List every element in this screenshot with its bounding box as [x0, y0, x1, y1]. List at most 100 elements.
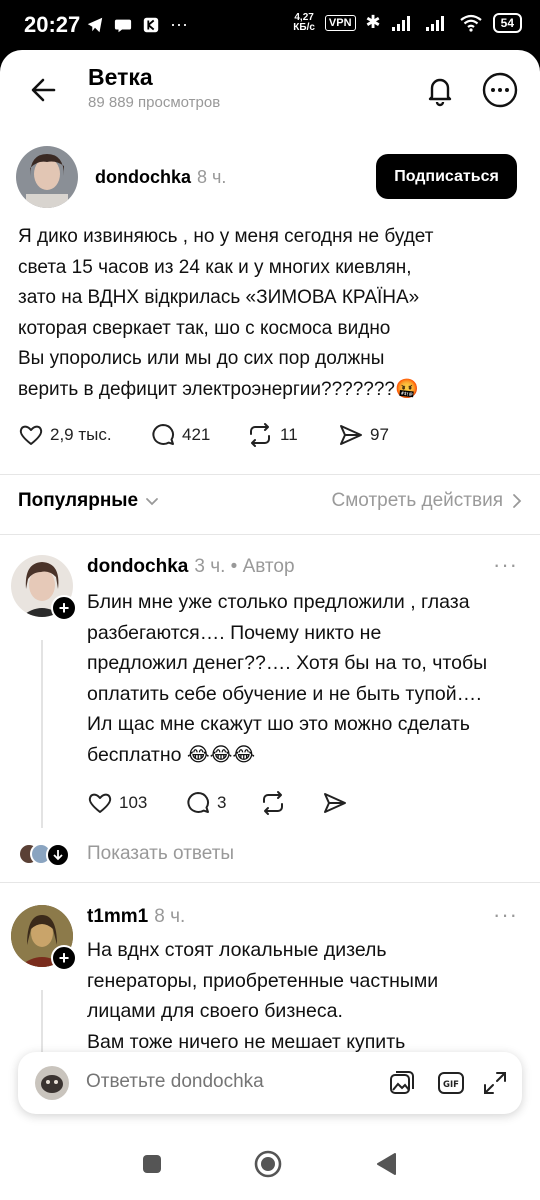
- repost-count: 11: [280, 425, 298, 444]
- comment-line: Блин мне уже столько предложили , глаза: [87, 591, 470, 613]
- network-speed: 4,27 КБ/с: [293, 11, 315, 33]
- divider: [0, 534, 540, 535]
- comment-line: оплатить себе обучение и не быть тупой….: [87, 682, 482, 705]
- attach-image-button[interactable]: [388, 1069, 416, 1097]
- follow-plus-button[interactable]: +: [51, 945, 77, 971]
- home-button[interactable]: [254, 1150, 282, 1178]
- view-activity-label: Смотреть действия: [331, 490, 503, 511]
- post-line: верить в дефицит электроэнергии???????🤬: [18, 378, 419, 400]
- comment-more-button[interactable]: ···: [493, 552, 518, 578]
- post-line: которая сверкает так, шо с космоса видно: [18, 317, 391, 339]
- chevron-right-icon: [513, 494, 522, 508]
- comment-line: Ил щас мне скажут шо это можно сделать: [87, 713, 470, 735]
- comment-repost-button[interactable]: [259, 790, 287, 816]
- reply-input[interactable]: [86, 1071, 376, 1093]
- android-nav-bar: [0, 1128, 540, 1200]
- comment-actions: 103 3: [87, 790, 357, 820]
- post-line: Я дико извиняюсь , но у меня сегодня не …: [18, 226, 434, 247]
- comment-author: t1mm1 8 ч.: [87, 906, 185, 928]
- comment-button[interactable]: 421: [150, 422, 210, 448]
- comment-bubble-icon: [152, 424, 174, 445]
- comment-reply-count: 3: [217, 793, 227, 812]
- post-author-avatar[interactable]: [16, 146, 78, 208]
- recents-button[interactable]: [138, 1150, 166, 1178]
- post-actions: 2,9 тыс. 421 11 97: [18, 422, 523, 452]
- like-button[interactable]: 2,9 тыс.: [18, 422, 112, 448]
- like-count: 2,9 тыс.: [50, 425, 112, 444]
- show-replies-button[interactable]: Показать ответы: [18, 843, 278, 869]
- post-author: dondochka 8 ч.: [95, 167, 226, 188]
- comment-line: бесплатно 😂😂😂: [87, 743, 256, 766]
- send-icon: [324, 793, 346, 813]
- triangle-back-icon: [377, 1153, 396, 1175]
- home-circle-icon: [254, 1150, 282, 1178]
- sort-dropdown[interactable]: Популярные: [18, 490, 160, 512]
- notifications-button[interactable]: [420, 70, 460, 110]
- comment-share-button[interactable]: [322, 790, 348, 816]
- message-icon: [114, 19, 132, 32]
- gif-icon: GIF: [438, 1072, 464, 1094]
- comment-reply-button[interactable]: 3: [185, 790, 226, 816]
- thread-line: [41, 640, 43, 828]
- bell-icon: [428, 78, 452, 107]
- repost-button[interactable]: 11: [246, 422, 298, 448]
- comment-line: разбегаются…. Почему никто не: [87, 621, 382, 644]
- comment-line: лицами для своего бизнеса.: [87, 1000, 343, 1022]
- status-time: 20:27: [24, 12, 81, 37]
- repost-icon: [250, 423, 270, 447]
- status-right: 4,27 КБ/с VPN ✱ 54: [293, 12, 522, 33]
- follow-plus-button[interactable]: +: [51, 595, 77, 621]
- comment-body: На вднх стоят локальные дизель генератор…: [87, 935, 527, 1057]
- comment-line: генераторы, приобретенные частными: [87, 969, 439, 992]
- status-notification-icons: ···: [86, 14, 188, 35]
- comment-like-button[interactable]: 103: [87, 790, 147, 816]
- bluetooth-icon: ✱: [365, 12, 381, 32]
- comment-line: На вднх стоят локальные дизель: [87, 939, 387, 961]
- divider: [0, 474, 540, 475]
- comment-meta: 3 ч. • Автор: [194, 556, 295, 577]
- comment-more-button[interactable]: ···: [493, 902, 518, 928]
- more-notifications-icon: ···: [170, 14, 188, 34]
- comment-like-count: 103: [119, 793, 148, 812]
- post-line: Вы упоролись или мы до сих пор должны: [18, 348, 385, 369]
- expand-button[interactable]: [481, 1069, 509, 1097]
- wifi-icon: [459, 14, 482, 32]
- divider: [0, 882, 540, 883]
- comment-username[interactable]: dondochka: [87, 556, 188, 577]
- top-bar: Ветка 89 889 просмотров: [0, 50, 540, 132]
- speed-unit: КБ/с: [293, 21, 315, 33]
- send-icon: [340, 425, 362, 445]
- chevron-down-icon: [146, 498, 158, 506]
- svg-text:GIF: GIF: [443, 1080, 459, 1090]
- back-nav-button[interactable]: [372, 1150, 400, 1178]
- signal-icon: [391, 15, 410, 31]
- more-circle-icon: [482, 72, 518, 108]
- repost-icon: [263, 791, 283, 815]
- reply-composer: GIF: [18, 1052, 522, 1114]
- share-button[interactable]: 97: [338, 422, 389, 448]
- subscribe-button[interactable]: Подписаться: [376, 154, 517, 199]
- square-icon: [143, 1155, 161, 1173]
- telegram-icon: [87, 17, 103, 32]
- avatar-photo: [35, 1066, 69, 1100]
- page-title: Ветка: [88, 64, 153, 90]
- signal-icon-2: [425, 15, 444, 31]
- title-block: Ветка 89 889 просмотров: [88, 64, 220, 111]
- more-options-button[interactable]: [480, 70, 520, 110]
- post-username[interactable]: dondochka: [95, 167, 191, 187]
- post-line: зато на ВДНХ відкрилась «ЗИМОВА КРАЇНА»: [18, 287, 420, 308]
- speed-value: 4,27: [294, 11, 314, 23]
- comment-meta: 8 ч.: [154, 906, 186, 927]
- share-count: 97: [370, 425, 389, 444]
- heart-icon: [19, 425, 43, 445]
- comment-username[interactable]: t1mm1: [87, 906, 148, 927]
- view-count: 89 889 просмотров: [88, 94, 221, 111]
- vpn-badge: VPN: [324, 14, 356, 31]
- gif-button[interactable]: GIF: [437, 1069, 465, 1097]
- comment-line: предложил денег??…. Хотя бы на то, чтобы: [87, 652, 488, 674]
- back-button[interactable]: [24, 70, 64, 110]
- arrow-down-icon: [46, 843, 70, 867]
- heart-icon: [88, 793, 112, 813]
- avatar-photo: [16, 146, 78, 208]
- view-activity-link[interactable]: Смотреть действия: [332, 490, 523, 512]
